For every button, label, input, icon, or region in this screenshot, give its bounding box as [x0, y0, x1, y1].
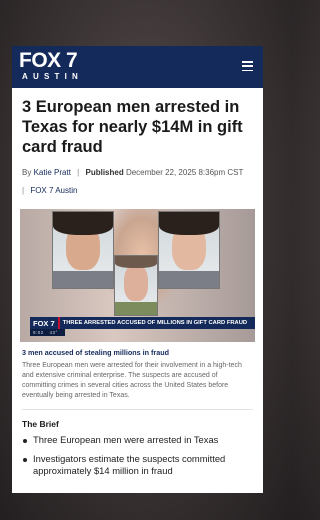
- brief-item: Investigators estimate the suspects comm…: [22, 453, 253, 477]
- mugshot-right: [158, 211, 220, 289]
- chyron-meta: 9:02 43°: [30, 329, 65, 336]
- news-chyron: FOX 7 THREE ARRESTED ACCUSED OF MILLIONS…: [30, 317, 255, 329]
- byline-separator: |: [77, 168, 80, 177]
- station-link[interactable]: FOX 7 Austin: [30, 186, 77, 195]
- logo-sub-text: AUSTIN: [22, 72, 83, 81]
- hamburger-menu-icon[interactable]: [242, 61, 253, 71]
- byline-separator: |: [22, 186, 25, 195]
- chyron-time: 9:02: [33, 330, 44, 335]
- site-header: FOX 7 AUSTIN: [12, 46, 263, 88]
- hero-image[interactable]: FOX 7 THREE ARRESTED ACCUSED OF MILLIONS…: [20, 209, 255, 342]
- published-label: Published: [85, 168, 124, 177]
- chyron-temp: 43°: [49, 330, 58, 335]
- caption-text: Three European men were arrested for the…: [22, 362, 242, 399]
- byline: By Katie Pratt | Published December 22, …: [22, 167, 253, 197]
- brief-title: The Brief: [22, 419, 59, 429]
- brief-item: Three European men were arrested in Texa…: [22, 434, 253, 446]
- mugshot-center: [114, 255, 158, 316]
- fox7-logo[interactable]: FOX 7 AUSTIN: [19, 49, 83, 81]
- author-link[interactable]: Katie Pratt: [34, 168, 71, 177]
- published-date: December 22, 2025 8:36pm CST: [125, 168, 244, 177]
- divider: [22, 409, 253, 410]
- article-card: FOX 7 AUSTIN 3 European men arrested in …: [12, 46, 263, 493]
- caption-title[interactable]: 3 men accused of stealing millions in fr…: [22, 348, 253, 358]
- brief-list: Three European men were arrested in Texa…: [22, 434, 253, 477]
- article-headline: 3 European men arrested in Texas for nea…: [22, 98, 243, 156]
- chyron-text: THREE ARRESTED ACCUSED OF MILLIONS IN GI…: [57, 317, 255, 329]
- mugshot-left: [52, 211, 114, 289]
- byline-prefix: By: [22, 168, 32, 177]
- chyron-logo: FOX 7: [30, 317, 58, 329]
- logo-main-text: FOX 7: [19, 49, 78, 72]
